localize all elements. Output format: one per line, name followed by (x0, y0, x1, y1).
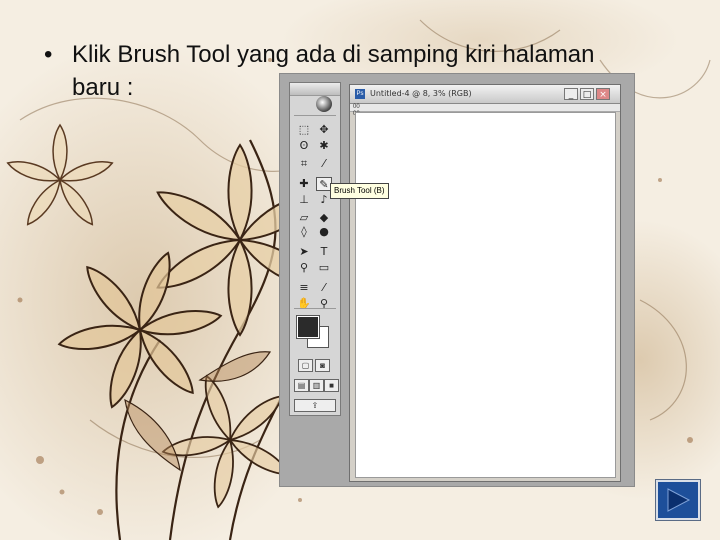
lasso-tool-icon[interactable]: ʘ (296, 139, 312, 153)
screen-mode-full-icon[interactable]: ■ (324, 379, 339, 392)
pen-tool-icon[interactable]: ⚲ (296, 261, 312, 275)
document-title-bar[interactable]: Ps Untitled-4 @ 8, 3% (RGB) _ □ × (350, 85, 620, 104)
document-window: Ps Untitled-4 @ 8, 3% (RGB) _ □ × 00 00 (349, 84, 621, 482)
toolbox-panel: ⬚ ✥ ʘ ✱ ⌗ ⁄ ✚ ✎ ⊥ ♪ ▱ ◆ ◊ ● ➤ T ⚲ ▭ ≡ ⁄ ✋ ⚲ ▢ ◙ ▤ ▥ ■ ⇪ (289, 82, 341, 416)
jump-to-imageready-icon[interactable]: ⇪ (294, 399, 336, 412)
screen-mode-menu-icon[interactable]: ▥ (309, 379, 324, 392)
blur-tool-icon[interactable]: ◊ (296, 225, 312, 239)
magic-wand-tool-icon[interactable]: ✱ (316, 139, 332, 153)
eyedropper-tool-icon[interactable]: ⁄ (316, 281, 332, 295)
minimize-button[interactable]: _ (564, 88, 578, 100)
shape-tool-icon[interactable]: ▭ (316, 261, 332, 275)
type-tool-icon[interactable]: T (316, 245, 332, 259)
document-title: Untitled-4 @ 8, 3% (RGB) (370, 89, 472, 98)
brush-tool-tooltip: Brush Tool (B) (330, 183, 389, 199)
notes-tool-icon[interactable]: ≡ (296, 281, 312, 295)
blank-canvas[interactable] (355, 112, 616, 478)
close-button[interactable]: × (596, 88, 610, 100)
next-slide-button[interactable] (656, 480, 700, 520)
move-tool-icon[interactable]: ✥ (316, 123, 332, 137)
horizontal-ruler (350, 104, 620, 112)
healing-brush-tool-icon[interactable]: ✚ (296, 177, 312, 191)
photoshop-screenshot: ⬚ ✥ ʘ ✱ ⌗ ⁄ ✚ ✎ ⊥ ♪ ▱ ◆ ◊ ● ➤ T ⚲ ▭ ≡ ⁄ ✋ ⚲ ▢ ◙ ▤ ▥ ■ ⇪ Ps Un… (279, 73, 635, 487)
maximize-button[interactable]: □ (580, 88, 594, 100)
toolbox-header[interactable] (290, 83, 340, 96)
bullet-symbol: • (44, 41, 53, 68)
path-selection-tool-icon[interactable]: ➤ (296, 245, 312, 259)
slice-tool-icon[interactable]: ⁄ (316, 157, 332, 171)
crop-tool-icon[interactable]: ⌗ (296, 157, 312, 171)
paint-bucket-tool-icon[interactable]: ◆ (316, 211, 332, 225)
clone-stamp-tool-icon[interactable]: ⊥ (296, 193, 312, 207)
standard-mode-icon[interactable]: ▢ (298, 359, 313, 372)
foreground-color-swatch[interactable] (296, 315, 320, 339)
eraser-tool-icon[interactable]: ▱ (296, 211, 312, 225)
photoshop-logo-icon (316, 96, 332, 112)
ruler-corner: 00 00 (353, 104, 360, 117)
play-next-icon (667, 488, 691, 512)
document-icon: Ps (355, 89, 365, 99)
toolbox-divider (294, 308, 336, 309)
quick-mask-icon[interactable]: ◙ (315, 359, 330, 372)
dodge-tool-icon[interactable]: ● (316, 225, 332, 239)
marquee-tool-icon[interactable]: ⬚ (296, 123, 312, 137)
screen-mode-standard-icon[interactable]: ▤ (294, 379, 309, 392)
toolbox-divider (294, 115, 336, 116)
